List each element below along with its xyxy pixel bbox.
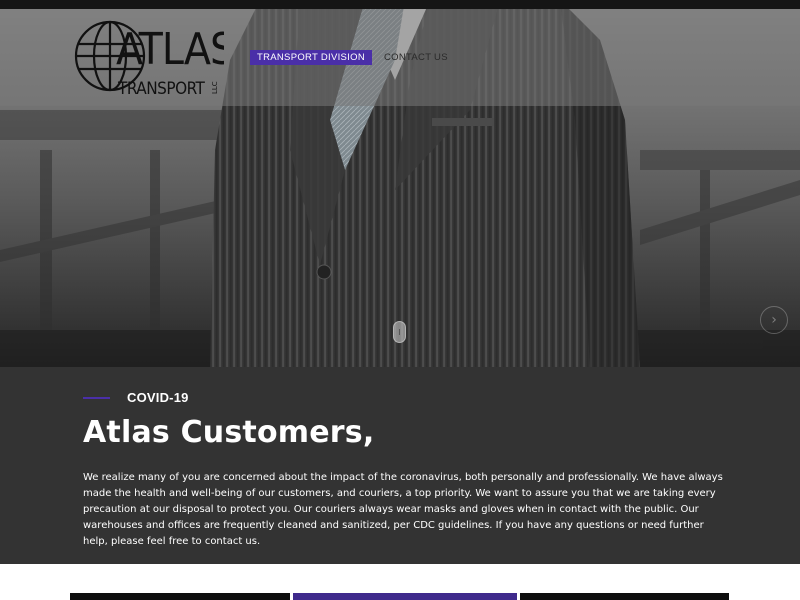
- notice-headline: Atlas Customers,: [83, 415, 375, 450]
- logo-suffix: LLC: [211, 81, 219, 94]
- feature-cards: [0, 564, 800, 600]
- eyebrow-accent-line: [83, 397, 110, 399]
- nav-contact-us[interactable]: CONTACT US: [382, 50, 455, 65]
- feature-card-3[interactable]: [520, 593, 729, 600]
- feature-card-1[interactable]: [70, 593, 290, 600]
- main-nav: TRANSPORT DIVISION CONTACT US: [250, 50, 455, 65]
- logo-name-top: ATLAS: [116, 24, 224, 75]
- nav-transport-division[interactable]: TRANSPORT DIVISION: [250, 50, 372, 65]
- notice-body: We realize many of you are concerned abo…: [83, 472, 723, 547]
- hero-section: ATLAS TRANSPORT LLC TRANSPORT DIVISION C…: [0, 0, 800, 367]
- logo-name-bottom: TRANSPORT: [117, 79, 206, 99]
- top-strip: [0, 0, 800, 9]
- scroll-indicator-icon[interactable]: [393, 321, 406, 343]
- atlas-logo[interactable]: ATLAS TRANSPORT LLC: [72, 16, 224, 100]
- next-slide-arrow-icon[interactable]: ›: [760, 306, 788, 334]
- feature-card-2[interactable]: [293, 593, 517, 600]
- covid-notice-section: COVID-19 Atlas Customers, We realize man…: [0, 367, 800, 564]
- notice-eyebrow: COVID-19: [127, 390, 189, 405]
